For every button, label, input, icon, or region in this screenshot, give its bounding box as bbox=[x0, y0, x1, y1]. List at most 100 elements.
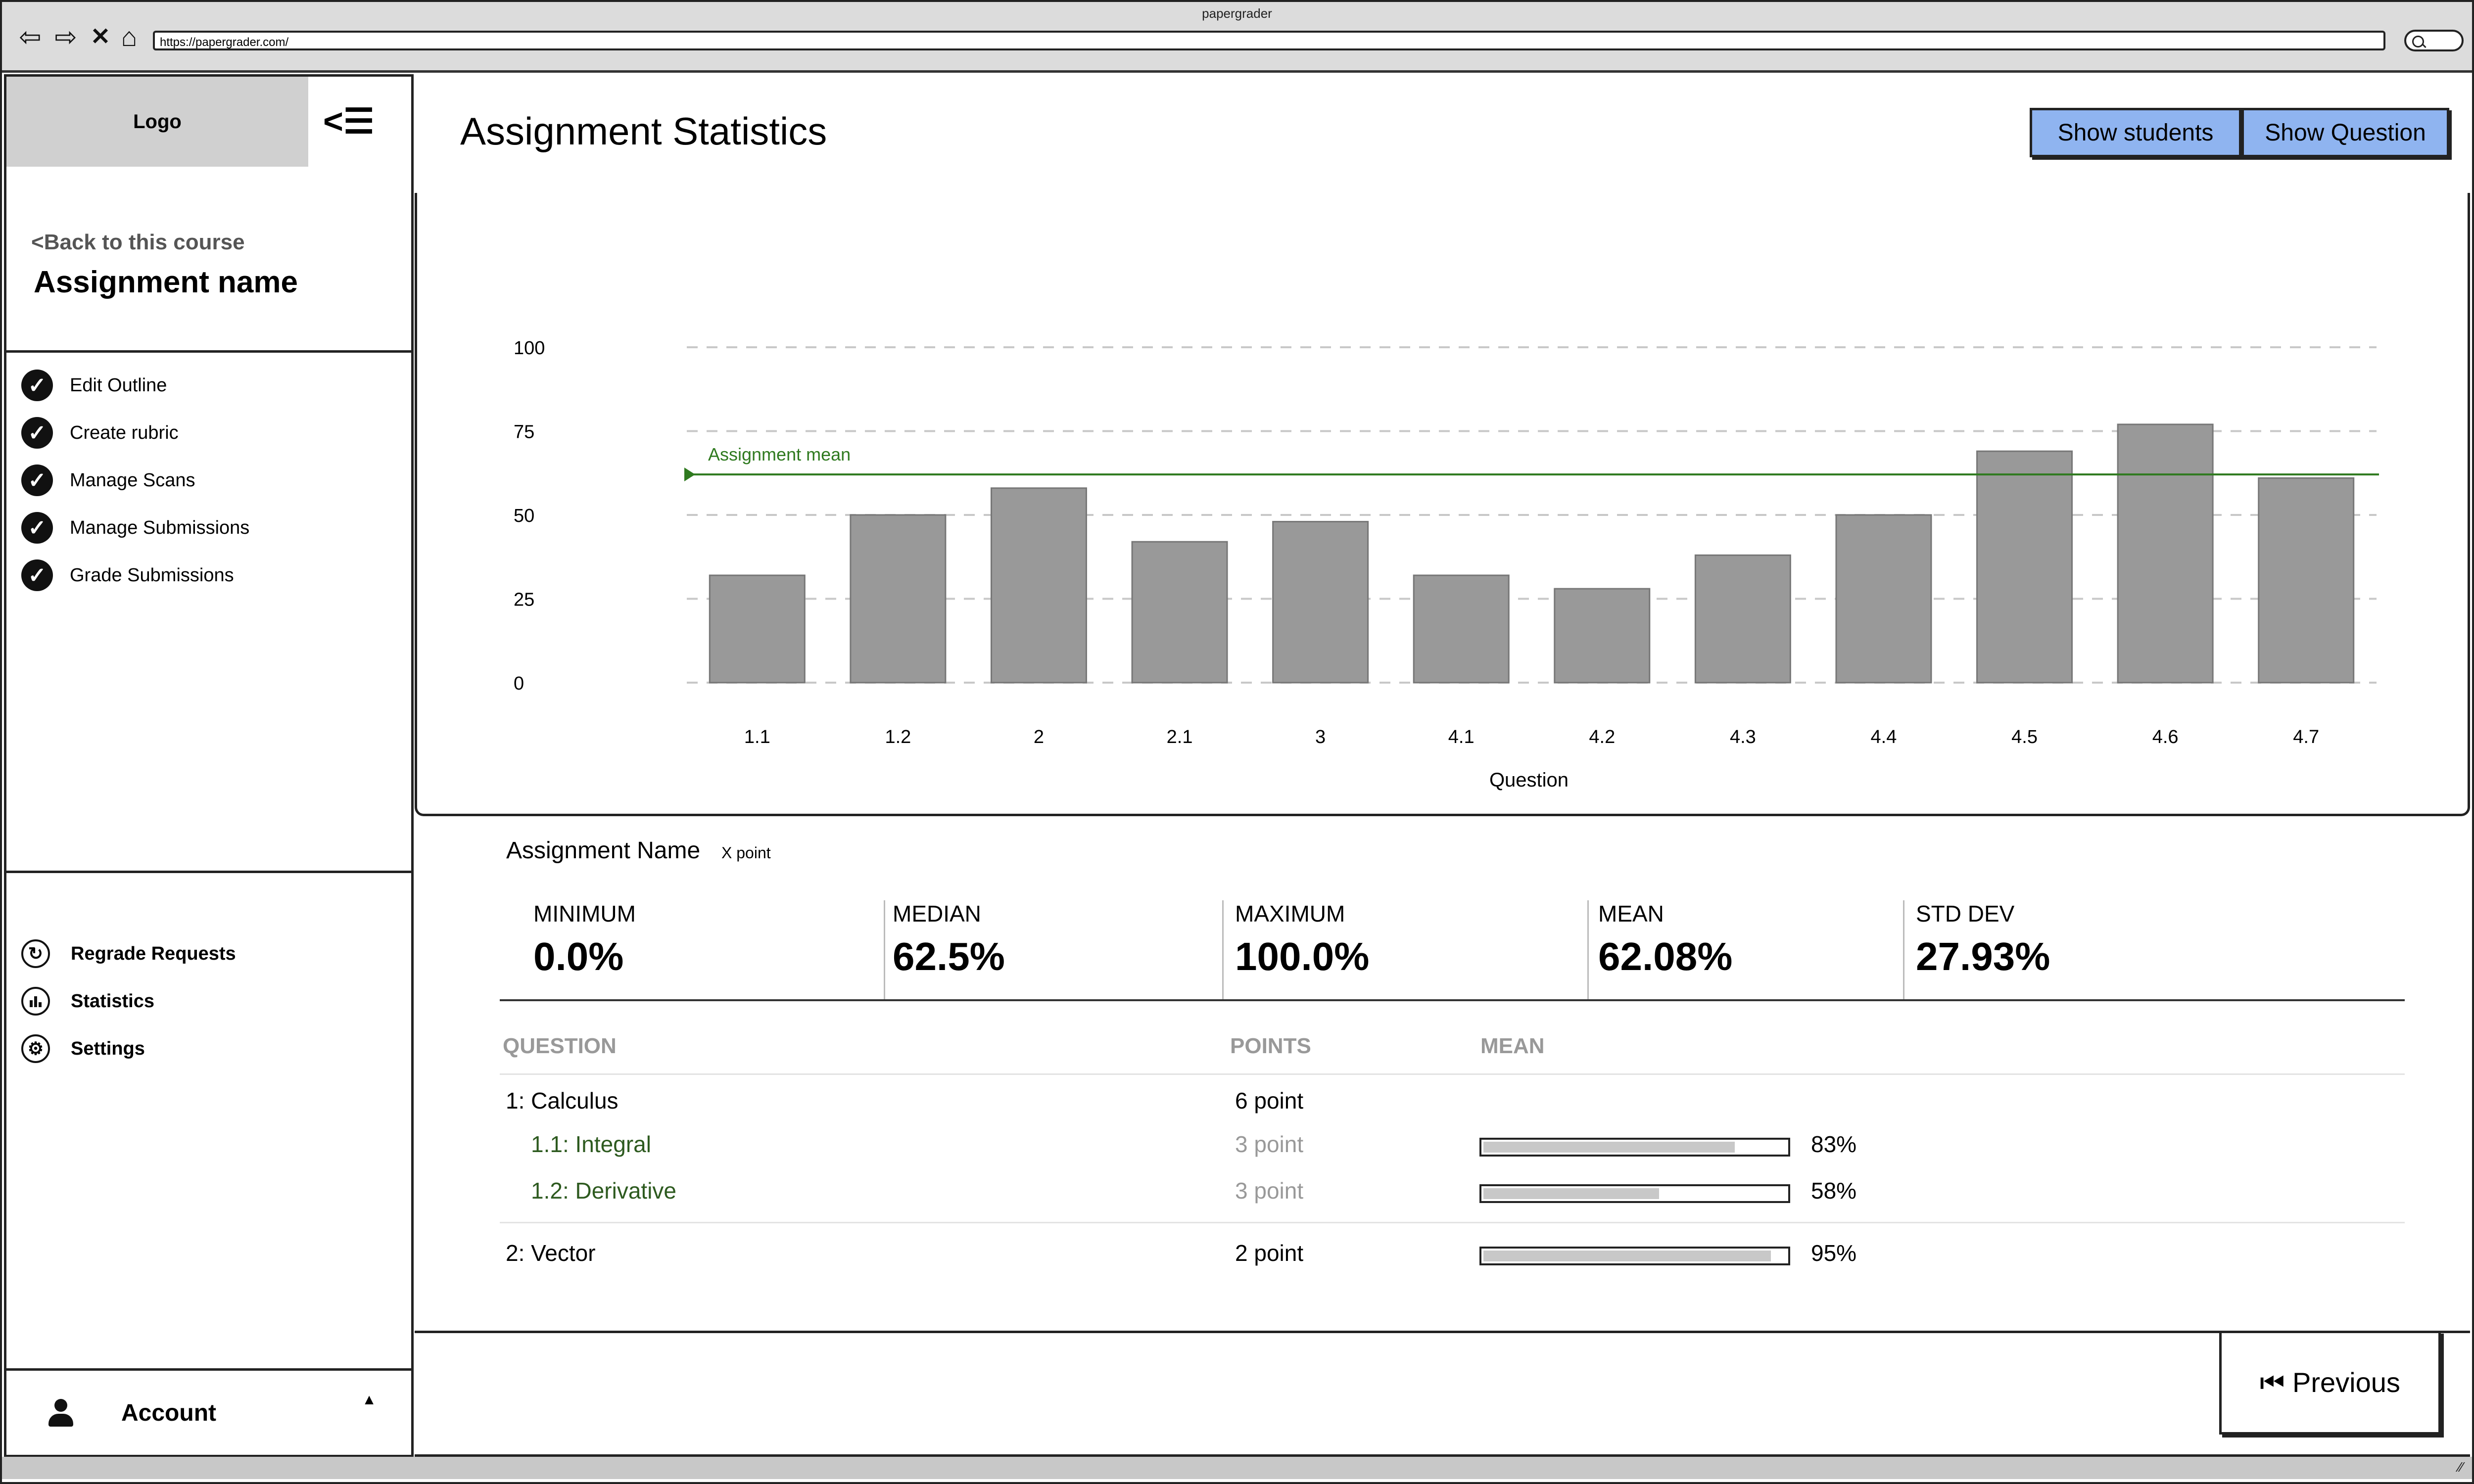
x-axis-label: Question bbox=[1489, 769, 1569, 791]
sidebar-item-manage-scans[interactable]: ✓ Manage Scans bbox=[21, 464, 195, 496]
sidebar-item-manage-submissions[interactable]: ✓ Manage Submissions bbox=[21, 512, 249, 544]
x-tick-label: 4.7 bbox=[2293, 727, 2319, 747]
window-title: papergrader bbox=[1202, 6, 1272, 21]
show-question-button[interactable]: Show Question bbox=[2241, 108, 2449, 157]
bar bbox=[709, 574, 806, 684]
mean-label: Assignment mean bbox=[708, 444, 851, 464]
caret-up-icon[interactable]: ▲ bbox=[362, 1391, 377, 1408]
x-tick-label: 1.1 bbox=[744, 727, 770, 747]
check-icon: ✓ bbox=[21, 512, 53, 544]
logo: Logo bbox=[6, 77, 308, 167]
account-menu[interactable]: Account ▲ bbox=[6, 1368, 411, 1455]
sidebar-item-settings[interactable]: ⚙ Settings bbox=[21, 1034, 145, 1063]
divider bbox=[1903, 900, 1904, 999]
bar bbox=[1976, 450, 2073, 684]
mean-progress-fill bbox=[1483, 1251, 1771, 1261]
forward-arrow-icon[interactable]: ⇨ bbox=[51, 23, 80, 51]
x-tick-label: 1.2 bbox=[885, 727, 911, 747]
bar bbox=[1131, 541, 1228, 684]
stat-value: 0.0% bbox=[533, 934, 624, 978]
resize-grip-icon[interactable]: ⁄⁄ bbox=[2459, 1459, 2463, 1475]
question-points: 2 point bbox=[1235, 1240, 1304, 1266]
x-tick-label: 2.1 bbox=[1167, 727, 1193, 747]
check-icon: ✓ bbox=[21, 417, 53, 449]
url-bar[interactable]: https://papergrader.com/ bbox=[153, 31, 2385, 50]
x-tick-label: 2 bbox=[1034, 727, 1044, 747]
bar bbox=[1413, 574, 1510, 684]
x-tick-label: 3 bbox=[1315, 727, 1326, 747]
bar bbox=[1554, 588, 1651, 684]
assignment-name: Assignment name bbox=[34, 265, 298, 299]
x-tick-label: 4.1 bbox=[1448, 727, 1475, 747]
refresh-icon: ↻ bbox=[21, 939, 50, 968]
bar bbox=[2117, 423, 2214, 684]
sidebar-item-statistics[interactable]: Statistics bbox=[21, 987, 154, 1016]
divider bbox=[1222, 900, 1224, 999]
chart-panel: 0 25 50 75 100 1.1 1.2 2 2.1 3 4.1 4.2 4.3 4.4 4.5 4.6 4… bbox=[415, 193, 2470, 816]
divider bbox=[500, 1073, 2405, 1075]
stat-value: 62.08% bbox=[1598, 934, 1733, 978]
column-header-points: POINTS bbox=[1230, 1034, 1311, 1058]
collapse-menu-icon[interactable]: <☰ bbox=[323, 104, 387, 141]
sidebar-item-label: Edit Outline bbox=[70, 374, 167, 396]
mean-progress-bar bbox=[1479, 1184, 1790, 1203]
x-tick-label: 4.2 bbox=[1589, 727, 1615, 747]
sidebar-item-create-rubric[interactable]: ✓ Create rubric bbox=[21, 417, 179, 449]
back-to-course-link[interactable]: <Back to this course bbox=[31, 230, 245, 255]
stat-label: MINIMUM bbox=[533, 901, 636, 927]
column-header-question: QUESTION bbox=[503, 1034, 617, 1058]
sub-question-name[interactable]: 1.2: Derivative bbox=[531, 1177, 676, 1204]
mean-progress-fill bbox=[1483, 1188, 1659, 1199]
sidebar-item-label: Manage Submissions bbox=[70, 517, 250, 538]
page-title: Assignment Statistics bbox=[460, 109, 827, 153]
sub-question-name[interactable]: 1.1: Integral bbox=[531, 1131, 651, 1158]
browser-search[interactable] bbox=[2404, 30, 2464, 51]
question-name[interactable]: 2: Vector bbox=[506, 1240, 596, 1266]
stat-value: 62.5% bbox=[893, 934, 1005, 978]
back-arrow-icon[interactable]: ⇦ bbox=[16, 23, 45, 51]
sidebar: Logo <☰ <Back to this course Assignment … bbox=[4, 74, 414, 1457]
divider bbox=[500, 999, 2405, 1001]
stat-minimum: MINIMUM 0.0% bbox=[533, 900, 636, 979]
mean-percent: 58% bbox=[1811, 1178, 1857, 1204]
x-tick-label: 4.4 bbox=[1871, 727, 1897, 747]
question-name[interactable]: 1: Calculus bbox=[506, 1087, 618, 1114]
divider bbox=[1587, 900, 1589, 999]
bar bbox=[850, 514, 947, 684]
y-tick-label: 100 bbox=[514, 338, 545, 359]
gear-icon: ⚙ bbox=[21, 1034, 50, 1063]
bar bbox=[2258, 477, 2355, 684]
y-tick-label: 75 bbox=[514, 422, 534, 443]
question-points: 3 point bbox=[1235, 1178, 1304, 1204]
sidebar-item-edit-outline[interactable]: ✓ Edit Outline bbox=[21, 370, 167, 401]
sidebar-item-label: Statistics bbox=[71, 990, 154, 1012]
stat-label: MAXIMUM bbox=[1235, 901, 1345, 927]
column-header-mean: MEAN bbox=[1480, 1034, 1545, 1058]
check-icon: ✓ bbox=[21, 370, 53, 401]
bar bbox=[1272, 521, 1369, 684]
bar bbox=[1694, 554, 1791, 684]
bar-chart: 0 25 50 75 100 1.1 1.2 2 2.1 3 4.1 4.2 4.3 4.4 4.5 4.6 4… bbox=[514, 338, 2379, 791]
home-icon[interactable]: ⌂ bbox=[115, 23, 143, 51]
show-students-button[interactable]: Show students bbox=[2030, 108, 2241, 157]
sidebar-item-grade-submissions[interactable]: ✓ Grade Submissions bbox=[21, 559, 234, 591]
question-points: 3 point bbox=[1235, 1131, 1304, 1157]
mean-progress-fill bbox=[1483, 1142, 1735, 1153]
divider bbox=[6, 350, 411, 353]
divider bbox=[6, 871, 411, 873]
y-tick-label: 0 bbox=[514, 673, 524, 694]
stat-std-dev: STD DEV 27.93% bbox=[1916, 900, 2050, 979]
mean-percent: 95% bbox=[1811, 1240, 1857, 1266]
mean-percent: 83% bbox=[1811, 1131, 1857, 1157]
status-bar: ⁄⁄ bbox=[2, 1457, 2472, 1479]
previous-button[interactable]: ⏮ Previous bbox=[2219, 1331, 2441, 1435]
sidebar-item-label: Create rubric bbox=[70, 422, 179, 443]
sidebar-item-label: Grade Submissions bbox=[70, 564, 234, 586]
sidebar-item-label: Regrade Requests bbox=[71, 943, 236, 964]
sidebar-item-regrade-requests[interactable]: ↻ Regrade Requests bbox=[21, 939, 236, 968]
main-header: Assignment Statistics Show students Show… bbox=[415, 74, 2470, 195]
check-icon: ✓ bbox=[21, 559, 53, 591]
stat-median: MEDIAN 62.5% bbox=[893, 900, 1005, 979]
stat-value: 27.93% bbox=[1916, 934, 2050, 978]
stop-icon[interactable]: ✕ bbox=[86, 23, 115, 51]
